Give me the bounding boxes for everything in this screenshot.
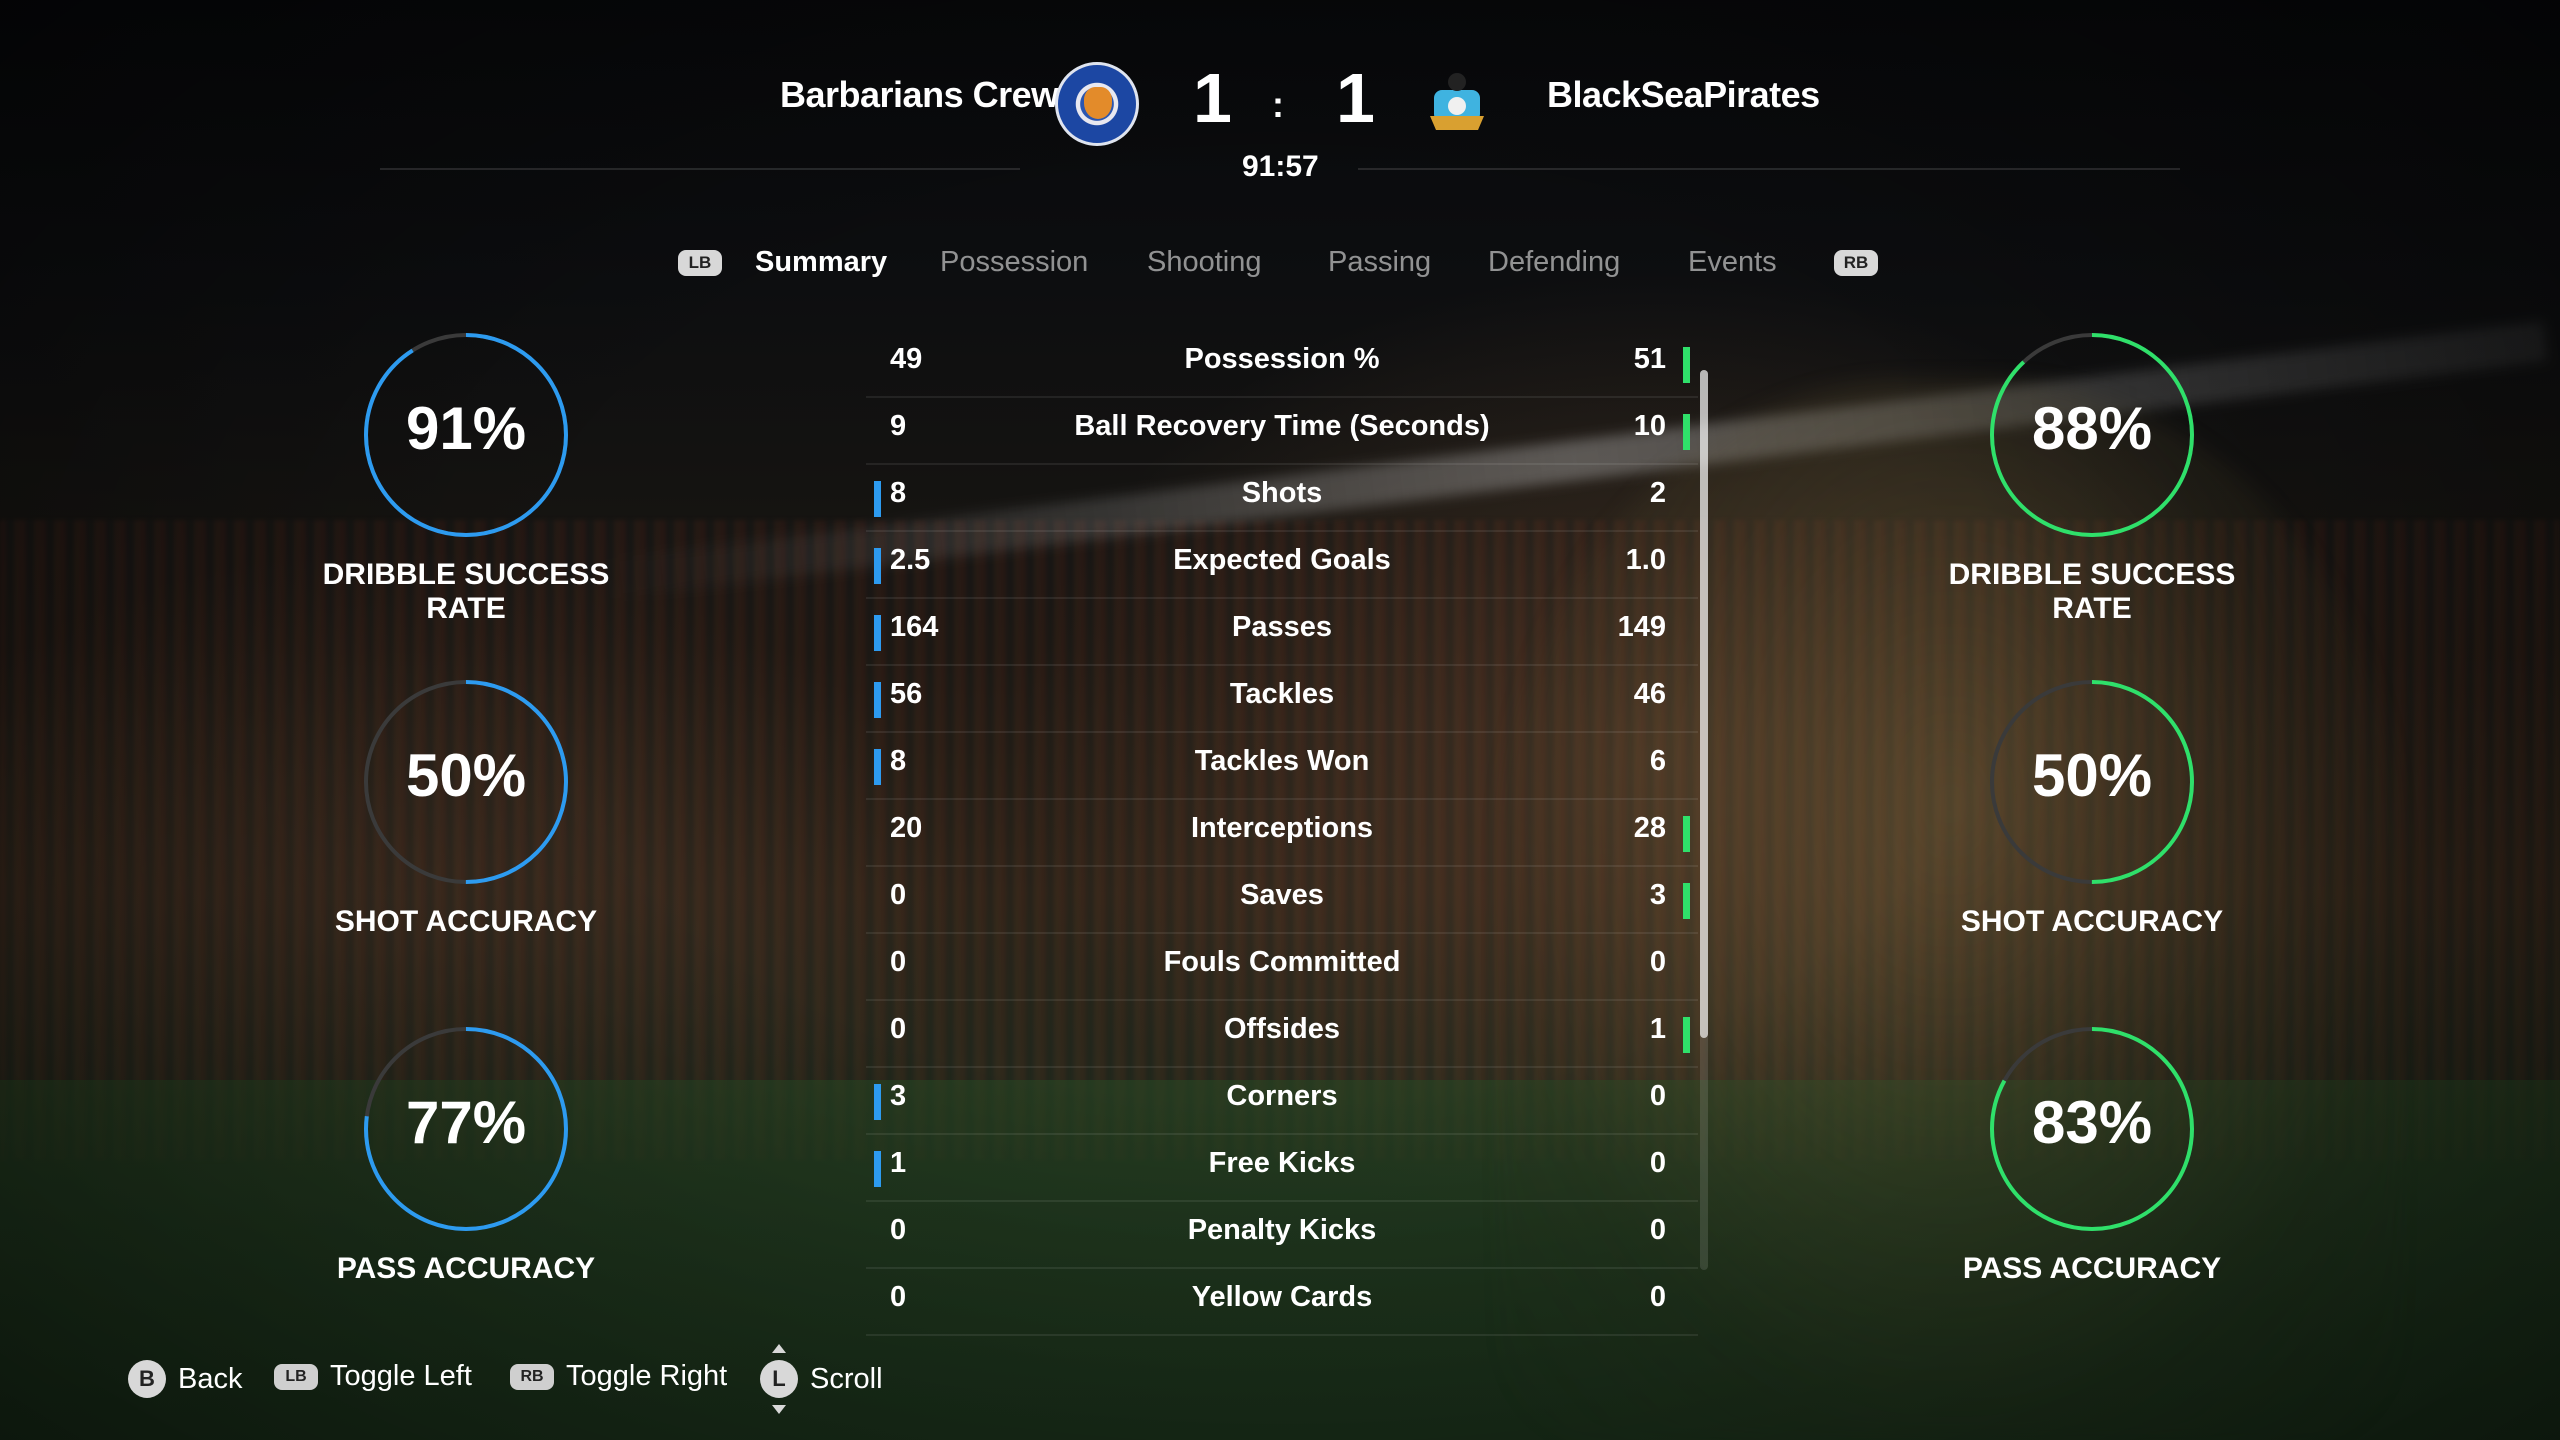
tab-passing[interactable]: Passing bbox=[1328, 246, 1431, 279]
header-divider-right bbox=[1358, 168, 2180, 170]
stat-label: Ball Recovery Time (Seconds) bbox=[1074, 410, 1490, 442]
home-pass-accuracy-pct: 77% bbox=[405, 1089, 527, 1156]
stat-label: Saves bbox=[1240, 879, 1324, 911]
score-separator: : bbox=[1272, 84, 1284, 125]
left-stick-icon: L bbox=[760, 1344, 798, 1414]
away-shot-accuracy-pct: 50% bbox=[2031, 742, 2153, 809]
stat-away-value: 1 bbox=[1649, 1013, 1666, 1045]
home-pass-accuracy-label: PASS ACCURACY bbox=[336, 1252, 596, 1285]
tab-events[interactable]: Events bbox=[1688, 246, 1777, 279]
stat-away-value: 51 bbox=[1633, 343, 1666, 375]
tab-defending[interactable]: Defending bbox=[1488, 246, 1620, 279]
stat-away-value: 0 bbox=[1649, 1281, 1666, 1313]
home-dribble-gauge: 91% DRIBBLE SUCCESS RATE bbox=[286, 330, 646, 626]
match-header: Barbarians Crew 1 : 1 BlackSeaPirates 91… bbox=[0, 0, 2560, 200]
toggle-right-control[interactable]: RB Toggle Right bbox=[510, 1360, 727, 1393]
stat-row: 8 Shots 2 bbox=[866, 465, 1698, 532]
tab-shooting[interactable]: Shooting bbox=[1147, 246, 1262, 279]
home-team-crest-icon bbox=[1055, 62, 1139, 146]
stat-row: 20 Interceptions 28 bbox=[866, 800, 1698, 867]
home-shot-accuracy-label: SHOT ACCURACY bbox=[334, 905, 598, 938]
tab-summary[interactable]: Summary bbox=[755, 246, 887, 279]
toggle-left-control[interactable]: LB Toggle Left bbox=[274, 1360, 472, 1393]
stat-away-value: 0 bbox=[1649, 1147, 1666, 1179]
stat-away-value: 0 bbox=[1649, 946, 1666, 978]
stat-label: Penalty Kicks bbox=[1187, 1214, 1377, 1246]
stats-tab-bar: LB Summary Possession Shooting Passing D… bbox=[0, 246, 2560, 286]
stat-label: Free Kicks bbox=[1208, 1147, 1356, 1179]
stat-row: 0 Offsides 1 bbox=[866, 1001, 1698, 1068]
stat-row: 0 Saves 3 bbox=[866, 867, 1698, 934]
toggle-left-label: Toggle Left bbox=[330, 1360, 472, 1392]
back-label: Back bbox=[178, 1362, 243, 1395]
scroll-control[interactable]: L Scroll bbox=[760, 1344, 883, 1414]
stat-away-value: 28 bbox=[1633, 812, 1666, 844]
away-shot-accuracy-gauge: 50% SHOT ACCURACY bbox=[1912, 677, 2272, 939]
stat-label: Tackles bbox=[1229, 678, 1335, 710]
stat-away-value: 149 bbox=[1617, 611, 1666, 643]
stat-row: 0 Penalty Kicks 0 bbox=[866, 1202, 1698, 1269]
stat-row: 2.5 Expected Goals 1.0 bbox=[866, 532, 1698, 599]
stat-label: Corners bbox=[1226, 1080, 1338, 1112]
stat-away-value: 0 bbox=[1649, 1214, 1666, 1246]
home-dribble-pct: 91% bbox=[405, 395, 527, 462]
tab-possession[interactable]: Possession bbox=[940, 246, 1088, 279]
controls-footer: B Back LB Toggle Left RB Toggle Right L … bbox=[0, 1344, 2560, 1420]
away-score: 1 bbox=[1336, 59, 1375, 137]
away-team-name: BlackSeaPirates bbox=[1547, 74, 1820, 115]
toggle-right-label: Toggle Right bbox=[566, 1360, 728, 1392]
away-dribble-gauge: 88% DRIBBLE SUCCESS RATE bbox=[1912, 330, 2272, 626]
stat-label: Shots bbox=[1241, 477, 1323, 509]
lb-button-icon[interactable]: LB bbox=[678, 250, 722, 276]
match-clock: 91:57 bbox=[1242, 150, 1319, 183]
home-team-name: Barbarians Crew bbox=[780, 74, 1059, 115]
away-team-crest-icon bbox=[1418, 66, 1496, 144]
stat-away-value: 3 bbox=[1649, 879, 1666, 911]
stat-row: 1 Free Kicks 0 bbox=[866, 1135, 1698, 1202]
stat-row: 49 Possession % 51 bbox=[866, 331, 1698, 398]
home-shot-accuracy-gauge: 50% SHOT ACCURACY bbox=[286, 677, 646, 939]
stat-away-value: 6 bbox=[1649, 745, 1666, 777]
away-shot-accuracy-label: SHOT ACCURACY bbox=[1960, 905, 2224, 938]
stat-label: Yellow Cards bbox=[1191, 1281, 1373, 1313]
rb-button-icon: RB bbox=[510, 1363, 554, 1390]
stat-away-value: 2 bbox=[1649, 477, 1666, 509]
stat-label: Passes bbox=[1232, 611, 1332, 643]
stat-away-value: 46 bbox=[1633, 678, 1666, 710]
stat-row: 0 Fouls Committed 0 bbox=[866, 934, 1698, 1001]
stat-label: Expected Goals bbox=[1173, 544, 1391, 576]
away-pass-accuracy-pct: 83% bbox=[2031, 1089, 2153, 1156]
away-dribble-label: DRIBBLE SUCCESS RATE bbox=[1948, 558, 2236, 625]
stats-scrollbar[interactable] bbox=[1700, 370, 1708, 1038]
away-dribble-pct: 88% bbox=[2031, 395, 2153, 462]
scroll-label: Scroll bbox=[810, 1362, 883, 1395]
lb-button-icon: LB bbox=[274, 1363, 318, 1390]
stat-row: 8 Tackles Won 6 bbox=[866, 733, 1698, 800]
rb-button-icon[interactable]: RB bbox=[1834, 250, 1878, 276]
away-pass-accuracy-label: PASS ACCURACY bbox=[1962, 1252, 2222, 1285]
stat-label: Tackles Won bbox=[1194, 745, 1370, 777]
stat-label: Offsides bbox=[1223, 1013, 1341, 1045]
stat-label: Interceptions bbox=[1190, 812, 1374, 844]
home-pass-accuracy-gauge: 77% PASS ACCURACY bbox=[286, 1024, 646, 1286]
b-button-icon: B bbox=[128, 1360, 166, 1398]
stat-away-value: 0 bbox=[1649, 1080, 1666, 1112]
stat-row: 3 Corners 0 bbox=[866, 1068, 1698, 1135]
back-control[interactable]: B Back bbox=[128, 1360, 242, 1398]
header-divider-left bbox=[380, 168, 1020, 170]
stat-away-value: 1.0 bbox=[1625, 544, 1666, 576]
away-pass-accuracy-gauge: 83% PASS ACCURACY bbox=[1912, 1024, 2272, 1286]
home-score: 1 bbox=[1193, 59, 1232, 137]
stat-row: 0 Yellow Cards 0 bbox=[866, 1269, 1698, 1336]
stat-away-value: 10 bbox=[1633, 410, 1666, 442]
stat-label: Possession % bbox=[1184, 343, 1380, 375]
stat-row: 56 Tackles 46 bbox=[866, 666, 1698, 733]
stat-row: 164 Passes 149 bbox=[866, 599, 1698, 666]
home-dribble-label: DRIBBLE SUCCESS RATE bbox=[322, 558, 610, 625]
stat-label: Fouls Committed bbox=[1163, 946, 1401, 978]
stats-table: 49 Possession % 51 9 Ball Recovery Time (Sec… bbox=[866, 331, 1698, 1336]
stat-row: 9 Ball Recovery Time (Seconds) 10 bbox=[866, 398, 1698, 465]
home-shot-accuracy-pct: 50% bbox=[405, 742, 527, 809]
